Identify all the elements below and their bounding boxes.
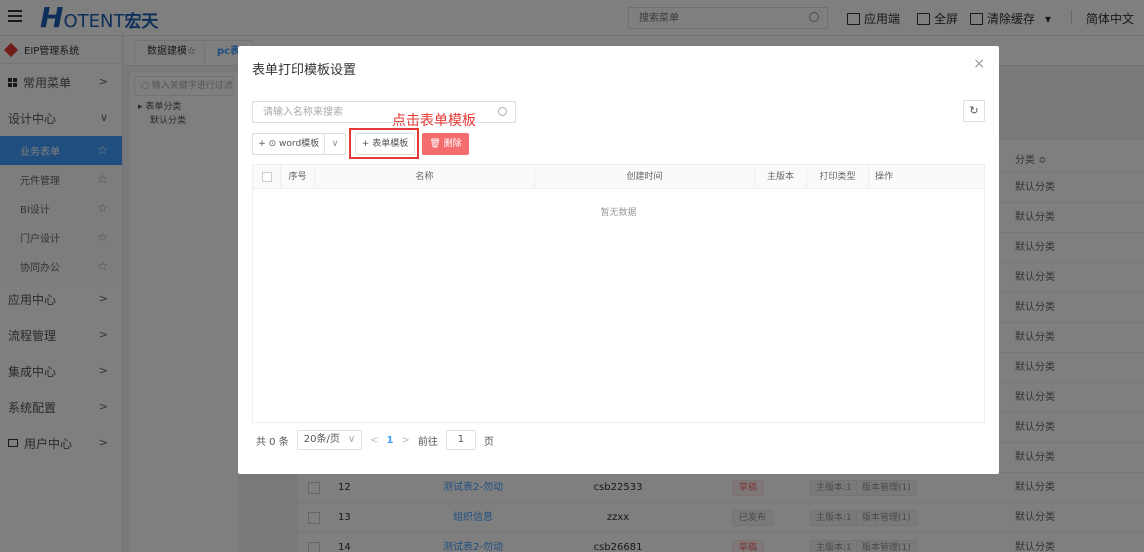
page-number[interactable]: 1 <box>387 435 394 446</box>
close-icon[interactable]: × <box>973 56 985 72</box>
annotation-label: 点击表单模板 <box>392 113 476 129</box>
dialog-title: 表单打印模板设置 <box>252 63 357 78</box>
column-header-main-version: 主版本 <box>755 165 807 189</box>
template-table: 序号 名称 创建时间 主版本 打印类型 操作 暂无数据 <box>252 164 985 423</box>
pagination: 共 0 条 20条/页 ∨ < 1 > 前往 1 页 <box>256 430 494 450</box>
delete-button[interactable]: 🗑 删除 <box>422 133 469 155</box>
template-search-box[interactable] <box>252 101 516 123</box>
chevron-down-icon: ∨ <box>347 434 356 445</box>
page-suffix: 页 <box>483 436 494 448</box>
select-all-checkbox-cell[interactable] <box>253 165 281 189</box>
column-header-name: 名称 <box>315 165 535 189</box>
column-header-print-type: 打印类型 <box>807 165 869 189</box>
total-count: 共 0 条 <box>256 436 289 448</box>
word-template-button[interactable]: + ⊙ word模板 ∨ <box>252 133 346 155</box>
column-header-action: 操作 <box>874 172 893 182</box>
next-page-button[interactable]: > <box>402 435 410 446</box>
form-template-button[interactable]: + 表单模板 <box>355 133 415 155</box>
select-all-checkbox[interactable] <box>261 171 272 182</box>
page-size-select[interactable]: 20条/页 ∨ <box>296 430 363 450</box>
print-template-dialog: 表单打印模板设置 × ↻ 点击表单模板 + ⊙ word模板 ∨ + 表单模板 … <box>238 46 999 474</box>
empty-state-text: 暂无数据 <box>600 208 637 218</box>
refresh-button[interactable]: ↻ <box>963 100 985 122</box>
goto-label: 前往 <box>417 436 438 448</box>
prev-page-button[interactable]: < <box>370 435 378 446</box>
chevron-down-icon[interactable]: ∨ <box>325 139 345 149</box>
column-header-created: 创建时间 <box>535 165 755 189</box>
table-header: 序号 名称 创建时间 主版本 打印类型 操作 <box>253 165 984 189</box>
goto-page-input[interactable]: 1 <box>445 430 476 450</box>
search-icon[interactable] <box>498 107 507 116</box>
column-header-index: 序号 <box>281 165 315 189</box>
